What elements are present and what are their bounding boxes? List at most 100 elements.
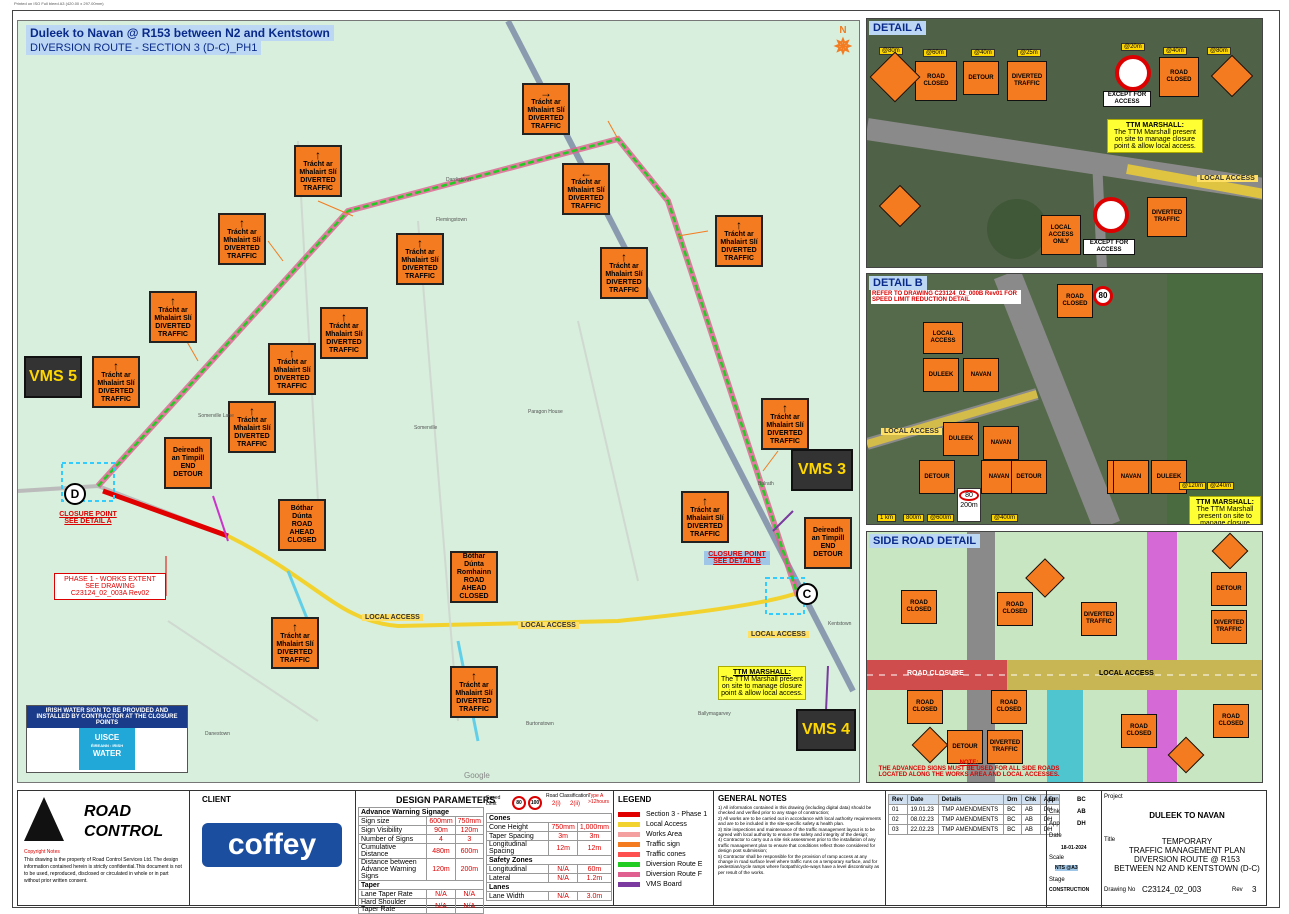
type-label: Type A >12hours <box>588 793 609 805</box>
irish-water-note: IRISH WATER SIGN TO BE PROVIDED AND INST… <box>27 706 187 728</box>
company-name-line2: CONTROL <box>84 823 164 840</box>
revision-row: 03 22.02.23 TMP AMENDMENTS BC AB DH <box>888 824 1061 835</box>
local-access-label: LOCAL ACCESS <box>881 428 942 435</box>
road-class-value: 2(ii) <box>570 801 580 807</box>
diverted-sign: DIVERTED TRAFFIC <box>1007 61 1047 101</box>
main-map: Duleek to Navan @ R153 between N2 and Ke… <box>17 20 860 783</box>
company-name-line1: ROAD <box>84 803 132 820</box>
detour-sign: DETOUR <box>1011 460 1047 494</box>
road-closed-sign: ROAD CLOSED <box>1121 714 1157 748</box>
client-cell: CLIENT coffey <box>190 791 356 905</box>
distance-label: 1 km <box>877 514 897 522</box>
compass-icon: N ✵ <box>833 25 853 59</box>
design-params-title: DESIGN PARAMETERS <box>396 795 496 805</box>
detour-sign: DETOUR <box>919 460 955 494</box>
side-road-panel: SIDE ROAD DETAIL ROAD CLOSURE LOCAL ACCE… <box>866 531 1263 783</box>
place-name: Dardistown <box>446 177 472 183</box>
place-name: Flemingstown <box>436 217 467 223</box>
detail-a-title: DETAIL A <box>869 21 927 35</box>
navan-sign: NAVAN <box>1113 460 1149 494</box>
place-name: Paragon House <box>528 409 563 415</box>
road-closed-sign: ROAD CLOSED <box>901 590 937 624</box>
local-access-only-sign: LOCAL ACCESS ONLY <box>1041 215 1081 255</box>
date-label: Date <box>1049 833 1062 839</box>
except-access-sign: EXCEPT FOR ACCESS <box>1083 239 1135 255</box>
road-class-label: Road Classification <box>546 793 589 799</box>
ttm-marshall-note: TTM MARSHALL: The TTM Marshall present on… <box>718 666 806 700</box>
road-control-logo-icon <box>24 797 64 841</box>
legend-swatch <box>618 831 640 837</box>
legend-swatch <box>618 861 640 867</box>
road-closed-sign: ROAD CLOSED <box>907 690 943 724</box>
map-title: Duleek to Navan @ R153 between N2 and Ke… <box>26 25 334 41</box>
diversion-sign: ↑ Trácht ar Mhalairt Slí DIVERTED TRAFFIC <box>294 145 342 197</box>
print-info: Printed on ISO Full bleed A3 (420.00 x 2… <box>14 1 104 6</box>
rev-label: Rev <box>1232 887 1243 893</box>
legend-swatch <box>618 841 640 847</box>
chk-label: Chk <box>1049 809 1060 815</box>
local-access-label: LOCAL ACCESS <box>1099 670 1154 677</box>
legend-item: Local Access <box>618 819 712 829</box>
revision-row: 02 08.02.23 TMP AMENDMENTS BC AB DH <box>888 814 1061 825</box>
place-name: Burtonstown <box>526 721 554 727</box>
detail-a-panel: DETAIL A @80m @60m @40m @25m @20m @40m @… <box>866 18 1263 268</box>
legend-label: Traffic cones <box>646 850 686 858</box>
place-name: Balrath <box>758 481 774 487</box>
param-row: Longitudinal Spacing 12m 12m <box>485 840 613 856</box>
vms3-board: VMS 3 <box>791 449 853 491</box>
copyright-title: Copyright Notes <box>24 849 60 855</box>
params-table-left: Advance Warning Signage Sign size 600mm 750… <box>357 807 485 914</box>
vms5-board: VMS 5 <box>24 356 82 398</box>
param-row: Sign size 600mm 750mm <box>357 816 485 826</box>
distance-label: @20m <box>1121 43 1145 51</box>
legend-item: Traffic cones <box>618 849 712 859</box>
drn-value: BC <box>1077 797 1086 803</box>
side-road-note: NOTE: THE ADVANCED SIGNS MUST BE USED FOR… <box>878 760 1060 778</box>
revision-header: Rev <box>888 794 908 805</box>
point-c-marker: C <box>796 583 818 605</box>
app-value: DH <box>1077 821 1086 827</box>
params-table-right: Cones Cone Height 750mm 1,000mm Taper Spacin… <box>485 813 613 901</box>
legend-item: Traffic sign <box>618 839 712 849</box>
diversion-sign: ↑ Trácht ar Mhalairt Slí DIVERTED TRAFFIC <box>218 213 266 265</box>
diversion-sign: ↑ Trácht ar Mhalairt Slí DIVERTED TRAFFIC <box>396 233 444 285</box>
general-notes-list: 1) All information contained in this dra… <box>718 805 882 875</box>
distance-label: @240m <box>1207 482 1235 490</box>
legend-label: VMS Board <box>646 880 682 888</box>
vms4-board: VMS 4 <box>796 709 856 751</box>
diversion-sign: ↑ Trácht ar Mhalairt Slí DIVERTED TRAFFIC <box>92 356 140 408</box>
distance-label: @80m <box>1207 47 1231 55</box>
distance-label: @40m <box>1163 47 1187 55</box>
project-block: Project DULEEK TO NAVAN Title TEMPORARY … <box>1102 791 1268 907</box>
road-closed-sign: ROAD CLOSED <box>1057 284 1093 318</box>
app-label: App <box>1049 821 1060 827</box>
general-note: 1) All information contained in this dra… <box>718 805 872 816</box>
distance-label: @600m <box>927 514 955 522</box>
param-row: Taper Spacing 3m 3m <box>485 831 613 841</box>
param-row: Lanes <box>486 882 612 892</box>
general-note: 5) Contractor shall be responsible for t… <box>718 853 880 875</box>
drn-label: Drn <box>1049 797 1059 803</box>
diverted-sign: DIVERTED TRAFFIC <box>987 730 1023 764</box>
legend-list: Section 3 - Phase 1 Local Access Works Are… <box>618 809 712 889</box>
place-name: Danestown <box>205 731 231 737</box>
place-name: Ballymagarvey <box>698 711 731 717</box>
diversion-sign: ↑ Trácht ar Mhalairt Slí DIVERTED TRAFFIC <box>320 307 368 359</box>
diversion-sign: ↑ Trácht ar Mhalairt Slí DIVERTED TRAFFIC <box>271 617 319 669</box>
legend-label: Diversion Route F <box>646 870 703 878</box>
title-block: ROAD CONTROL Copyright Notes This drawin… <box>17 790 1268 914</box>
drawing-title: TEMPORARY TRAFFIC MANAGEMENT PLAN DIVERS… <box>1114 837 1260 873</box>
legend-item: VMS Board <box>618 879 712 889</box>
legend-swatch <box>618 851 640 857</box>
road-closure-label: ROAD CLOSURE <box>907 670 964 677</box>
general-notes-cell: GENERAL NOTES 1) All information contain… <box>714 791 886 905</box>
revisions-cell: Rev Date Details Drn Chk App 01 19.01.23 TMP AME… <box>886 791 1062 905</box>
detour-sign: DETOUR <box>947 730 983 764</box>
detail-b-title: DETAIL B <box>869 276 927 290</box>
diversion-sign: ↑ Trácht ar Mhalairt Slí DIVERTED TRAFFIC <box>149 291 197 343</box>
road-ahead-closed-sign: Bóthar Dúnta Romhainn ROAD AHEAD CLOSED <box>450 551 498 603</box>
date-value: 18-01-2024 <box>1061 845 1087 851</box>
param-row: Lane Width N/A 3.0m <box>485 891 613 901</box>
legend-swatch <box>618 881 640 887</box>
duleek-sign: DULEEK <box>943 422 979 456</box>
